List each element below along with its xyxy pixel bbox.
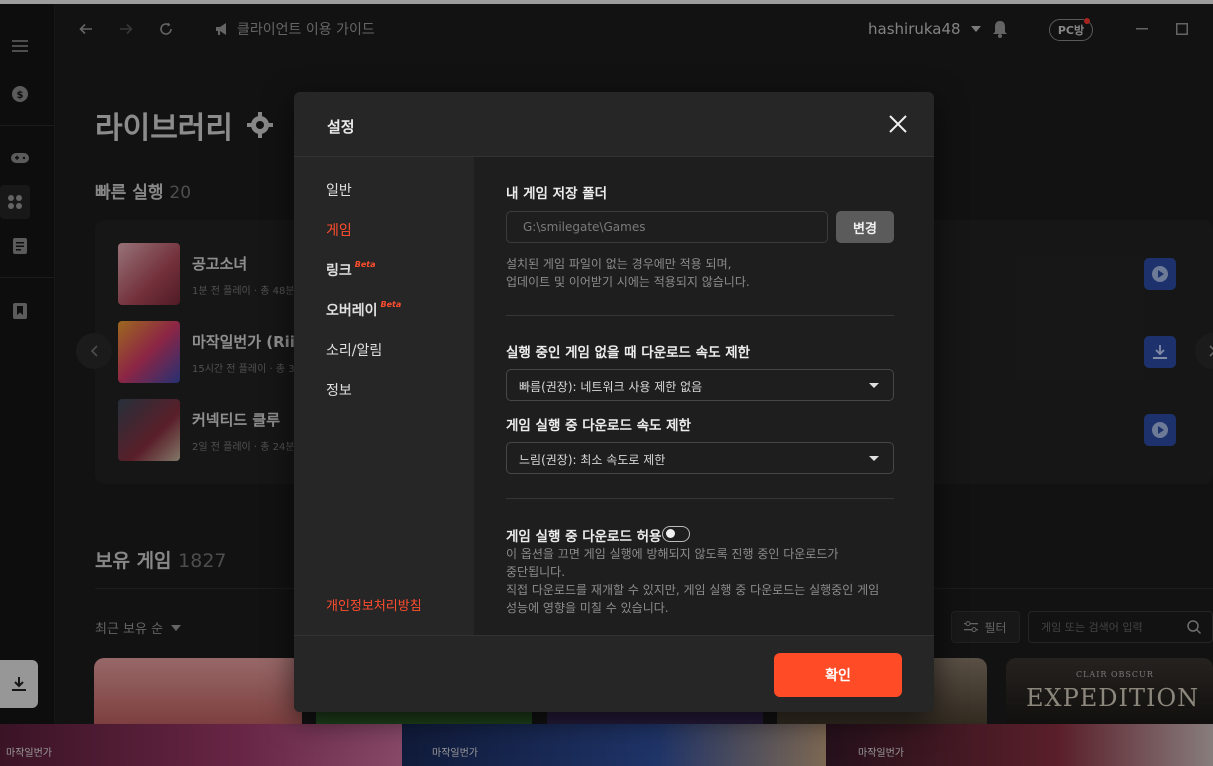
note-line: 업데이트 및 이어받기 시에는 적용되지 않습니다. [506,275,750,289]
dropdown-caret-icon [869,383,879,388]
nav-item-game[interactable]: 게임 [326,220,352,240]
dialog-footer: 확인 [294,635,934,712]
nav-label: 링크 [326,263,352,279]
settings-nav: 일반 게임 링크 Beta 오버레이 Beta 소리/알림 정보 [294,157,474,635]
close-button[interactable] [886,112,910,136]
nav-label: 소리/알림 [326,343,383,359]
beta-badge: Beta [380,300,402,309]
settings-dialog: 설정 일반 게임 링크 Beta 오버레이 Beta 소리/알림 정보 개인정보처리… [294,92,934,712]
folder-path-value: G:\smilegate\Games [523,220,646,234]
nav-label: 일반 [326,183,352,199]
privacy-policy-link[interactable]: 개인정보처리방침 [326,595,422,614]
dropdown-caret-icon [869,456,879,461]
play-limit-value: 느림(권장): 최소 속도로 제한 [519,453,666,467]
play-limit-select[interactable]: 느림(권장): 최소 속도로 제한 [506,442,894,474]
nav-item-sound[interactable]: 소리/알림 [326,340,382,360]
confirm-button[interactable]: 확인 [774,653,902,697]
note-line: 직접 다운로드를 재개할 수 있지만, 게임 실행 중 다운로드는 실행중인 게… [506,583,880,597]
allow-download-note: 이 옵션을 끄면 게임 실행에 방해되지 않도록 진행 중인 다운로드가 중단됩… [506,545,879,617]
folder-path-field[interactable]: G:\smilegate\Games [506,211,828,243]
nav-item-link[interactable]: 링크 Beta [326,260,376,280]
note-line: 이 옵션을 끄면 게임 실행에 방해되지 않도록 진행 중인 다운로드가 [506,547,839,561]
section-divider [506,498,894,499]
note-line: 성능에 영향을 미칠 수 있습니다. [506,601,669,615]
section-divider [506,315,894,316]
idle-limit-label: 실행 중인 게임 없을 때 다운로드 속도 제한 [506,345,751,361]
nav-item-info[interactable]: 정보 [326,380,352,400]
folder-label: 내 게임 저장 폴더 [506,186,608,202]
change-folder-button[interactable]: 변경 [836,211,894,243]
nav-label: 오버레이 [326,303,378,319]
folder-note: 설치된 게임 파일이 없는 경우에만 적용 되며, 업데이트 및 이어받기 시에… [506,255,750,291]
nav-label: 게임 [326,223,352,239]
beta-badge: Beta [354,260,376,269]
dialog-header: 설정 [294,92,934,157]
confirm-label: 확인 [825,668,851,684]
dialog-title: 설정 [327,118,355,136]
allow-download-label: 게임 실행 중 다운로드 허용 [506,529,662,545]
note-line: 중단됩니다. [506,565,566,579]
nav-item-overlay[interactable]: 오버레이 Beta [326,300,401,320]
nav-item-general[interactable]: 일반 [326,180,352,200]
settings-content: 내 게임 저장 폴더 G:\smilegate\Games 변경 설치된 게임 … [474,157,934,635]
app-window: $ 클라이언트 이용 가이드 hashiruka48 PC방 라이브러리 빠른 … [0,0,1213,766]
allow-download-toggle[interactable] [662,526,690,542]
toggle-knob [666,529,675,538]
close-icon [889,115,907,133]
nav-label: 정보 [326,383,352,399]
change-label: 변경 [853,221,877,237]
play-limit-label: 게임 실행 중 다운로드 속도 제한 [506,418,691,434]
idle-limit-select[interactable]: 빠름(권장): 네트워크 사용 제한 없음 [506,369,894,401]
note-line: 설치된 게임 파일이 없는 경우에만 적용 되며, [506,257,732,271]
idle-limit-value: 빠름(권장): 네트워크 사용 제한 없음 [519,380,703,394]
